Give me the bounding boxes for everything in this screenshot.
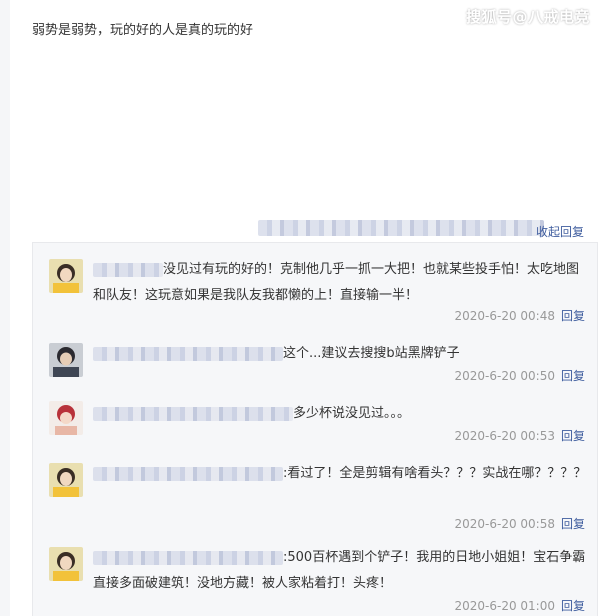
blurred-username: [93, 406, 293, 421]
reply-bar: 收起回复: [32, 214, 598, 242]
reply-time: 2020-6-20 00:48: [454, 309, 555, 323]
blurred-username: [93, 466, 283, 481]
left-edge-strip: [0, 0, 10, 616]
reply-button[interactable]: 回复: [561, 369, 585, 383]
reply-content: :看过了！全是剪辑有啥看头？？？实战在哪？？？？: [93, 461, 587, 487]
reply-text: 没见过有玩的好的！克制他几乎一抓一大把！也就某些投手怕！太吃地图和队友！这玩意如…: [93, 262, 580, 303]
watermark: 搜狐号@八戒电竞: [466, 8, 591, 26]
reply-text: :看过了！全是剪辑有啥看头？？？实战在哪？？？？: [283, 466, 587, 481]
reply-content: 这个...建议去搜搜b站黑牌铲子: [93, 341, 587, 367]
reply-item: 没见过有玩的好的！克制他几乎一抓一大把！也就某些投手怕！太吃地图和队友！这玩意如…: [33, 257, 599, 339]
user-avatar-icon[interactable]: [49, 463, 83, 497]
reply-button[interactable]: 回复: [561, 599, 585, 613]
reply-button[interactable]: 回复: [561, 517, 585, 531]
blurred-username: [93, 346, 283, 361]
reply-content: :500百杯遇到个铲子！我用的日地小姐姐！宝石争霸直接多面破建筑！没地方藏！被人…: [93, 545, 587, 597]
reply-meta: 2020-6-20 00:53 回复: [454, 427, 585, 444]
user-avatar-icon[interactable]: [49, 547, 83, 581]
reply-item: 这个...建议去搜搜b站黑牌铲子 2020-6-20 00:50 回复: [33, 343, 599, 397]
reply-meta: 2020-6-20 00:50 回复: [454, 367, 585, 384]
reply-button[interactable]: 回复: [561, 429, 585, 443]
reply-item: :500百杯遇到个铲子！我用的日地小姐姐！宝石争霸直接多面破建筑！没地方藏！被人…: [33, 543, 599, 616]
reply-meta: 2020-6-20 00:48 回复: [454, 307, 585, 324]
reply-time: 2020-6-20 00:58: [454, 517, 555, 531]
blurred-username: [93, 550, 283, 565]
reply-thread: 没见过有玩的好的！克制他几乎一抓一大把！也就某些投手怕！太吃地图和队友！这玩意如…: [32, 242, 598, 616]
reply-meta: 2020-6-20 00:58 回复: [454, 515, 585, 532]
reply-item: :看过了！全是剪辑有啥看头？？？实战在哪？？？？ 2020-6-20 00:58…: [33, 459, 599, 541]
main-comment-text: 弱势是弱势，玩的好的人是真的玩的好: [32, 23, 254, 38]
blurred-username: [93, 262, 163, 277]
reply-meta: 2020-6-20 01:00 回复: [454, 597, 585, 614]
user-avatar-icon[interactable]: [49, 343, 83, 377]
reply-time: 2020-6-20 00:53: [454, 429, 555, 443]
user-avatar-icon[interactable]: [49, 401, 83, 435]
reply-item: 多少杯说没见过。。。 2020-6-20 00:53 回复: [33, 401, 599, 455]
reply-text: 这个...建议去搜搜b站黑牌铲子: [283, 346, 460, 361]
reply-content: 多少杯说没见过。。。: [93, 401, 587, 427]
reply-time: 2020-6-20 00:50: [454, 369, 555, 383]
user-avatar-icon[interactable]: [49, 259, 83, 293]
reply-button[interactable]: 回复: [561, 309, 585, 323]
reply-content: 没见过有玩的好的！克制他几乎一抓一大把！也就某些投手怕！太吃地图和队友！这玩意如…: [93, 257, 587, 309]
reply-time: 2020-6-20 01:00: [454, 599, 555, 613]
reply-text: 多少杯说没见过。。。: [293, 406, 411, 421]
blurred-username: [258, 220, 544, 236]
collapse-replies-link[interactable]: 收起回复: [536, 223, 584, 240]
